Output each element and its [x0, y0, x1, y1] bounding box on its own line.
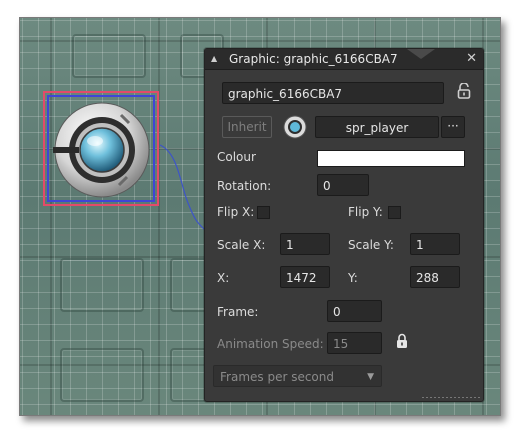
- floor-tile: [72, 34, 146, 78]
- locked-padlock-icon[interactable]: [396, 333, 408, 349]
- y-position-field[interactable]: 288: [410, 266, 460, 288]
- flip-x-checkbox[interactable]: [257, 206, 270, 219]
- flip-x-label: Flip X:: [217, 205, 255, 219]
- sprite-preview-icon: [283, 115, 307, 139]
- x-label: X:: [217, 271, 230, 285]
- room-editor-viewport[interactable]: ▲ Graphic: graphic_6166CBA7 ✕ graphic_61…: [19, 17, 501, 416]
- connection-line: [159, 144, 207, 232]
- animation-speed-label: Animation Speed:: [217, 337, 324, 351]
- floor-tile: [60, 348, 144, 402]
- speed-unit-dropdown[interactable]: Frames per second ▼: [213, 365, 382, 387]
- scale-x-field[interactable]: 1: [280, 233, 330, 255]
- flip-y-label: Flip Y:: [348, 205, 383, 219]
- title-notch-decoration: [407, 49, 435, 59]
- sprite-browse-button[interactable]: ···: [441, 116, 465, 138]
- player-sprite-graphic: [53, 102, 150, 198]
- unlocked-padlock-icon[interactable]: [457, 83, 471, 99]
- floor-tile: [60, 258, 144, 312]
- rotation-field[interactable]: 0: [317, 174, 369, 196]
- frame-label: Frame:: [217, 305, 259, 319]
- room-canvas[interactable]: ▲ Graphic: graphic_6166CBA7 ✕ graphic_61…: [20, 18, 500, 415]
- animation-speed-field[interactable]: 15: [327, 332, 382, 354]
- resize-grip[interactable]: [421, 396, 481, 399]
- scale-y-field[interactable]: 1: [410, 233, 460, 255]
- triangle-collapse-icon[interactable]: ▲: [211, 49, 217, 69]
- colour-swatch[interactable]: [317, 150, 465, 167]
- inherit-button[interactable]: Inherit: [222, 116, 272, 138]
- rotation-label: Rotation:: [217, 179, 272, 193]
- close-icon[interactable]: ✕: [466, 49, 477, 69]
- panel-title: Graphic: graphic_6166CBA7: [229, 52, 398, 66]
- chevron-down-icon: ▼: [367, 372, 374, 382]
- scale-x-label: Scale X:: [217, 238, 266, 252]
- flip-y-checkbox[interactable]: [388, 206, 401, 219]
- sprite-select-field[interactable]: spr_player: [315, 116, 439, 138]
- scale-y-label: Scale Y:: [348, 238, 394, 252]
- x-position-field[interactable]: 1472: [280, 266, 330, 288]
- colour-label: Colour: [217, 150, 256, 164]
- speed-unit-selected: Frames per second: [220, 370, 334, 384]
- frame-field[interactable]: 0: [327, 300, 382, 322]
- instance-name-field[interactable]: graphic_6166CBA7: [222, 82, 444, 104]
- panel-title-bar[interactable]: ▲ Graphic: graphic_6166CBA7 ✕: [205, 49, 483, 70]
- instance-properties-panel: ▲ Graphic: graphic_6166CBA7 ✕ graphic_61…: [204, 48, 484, 402]
- y-label: Y:: [348, 271, 358, 285]
- selected-instance[interactable]: [43, 91, 159, 206]
